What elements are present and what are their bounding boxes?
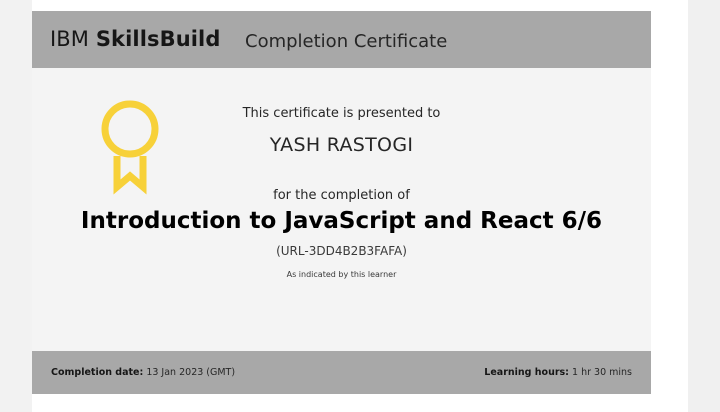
completion-label: for the completion of (273, 188, 410, 203)
presented-to-label: This certificate is presented to (242, 106, 441, 121)
course-title: Introduction to JavaScript and React 6/6 (80, 208, 603, 234)
brand-prefix: IBM (50, 27, 90, 51)
completion-date: Completion date: 13 Jan 2023 (GMT) (51, 367, 235, 378)
brand-name: SkillsBuild (95, 27, 221, 51)
completion-date-label: Completion date: (51, 367, 144, 378)
learning-hours-label: Learning hours: (484, 367, 569, 378)
certificate-body: This certificate is presented to YASH RA… (32, 68, 651, 350)
course-id: (URL-3DD4B2B3FAFA) (276, 244, 407, 258)
learning-hours-value: 1 hr 30 mins (572, 367, 632, 378)
verification-note: As indicated by this learner (286, 270, 397, 279)
viewer-side-gutter (688, 0, 720, 412)
certificate-header: IBM SkillsBuild Completion Certificate (32, 11, 651, 68)
completion-date-value: 13 Jan 2023 (GMT) (146, 367, 236, 378)
document-viewer: IBM SkillsBuild Completion Certificate T… (0, 0, 720, 412)
learner-name: YASH RASTOGI (269, 134, 414, 156)
brand-logo: IBM SkillsBuild (50, 27, 220, 51)
certificate-footer: Completion date: 13 Jan 2023 (GMT) Learn… (32, 351, 651, 394)
certificate: IBM SkillsBuild Completion Certificate T… (32, 11, 651, 394)
learning-hours: Learning hours: 1 hr 30 mins (484, 367, 632, 378)
header-title: Completion Certificate (245, 31, 448, 52)
